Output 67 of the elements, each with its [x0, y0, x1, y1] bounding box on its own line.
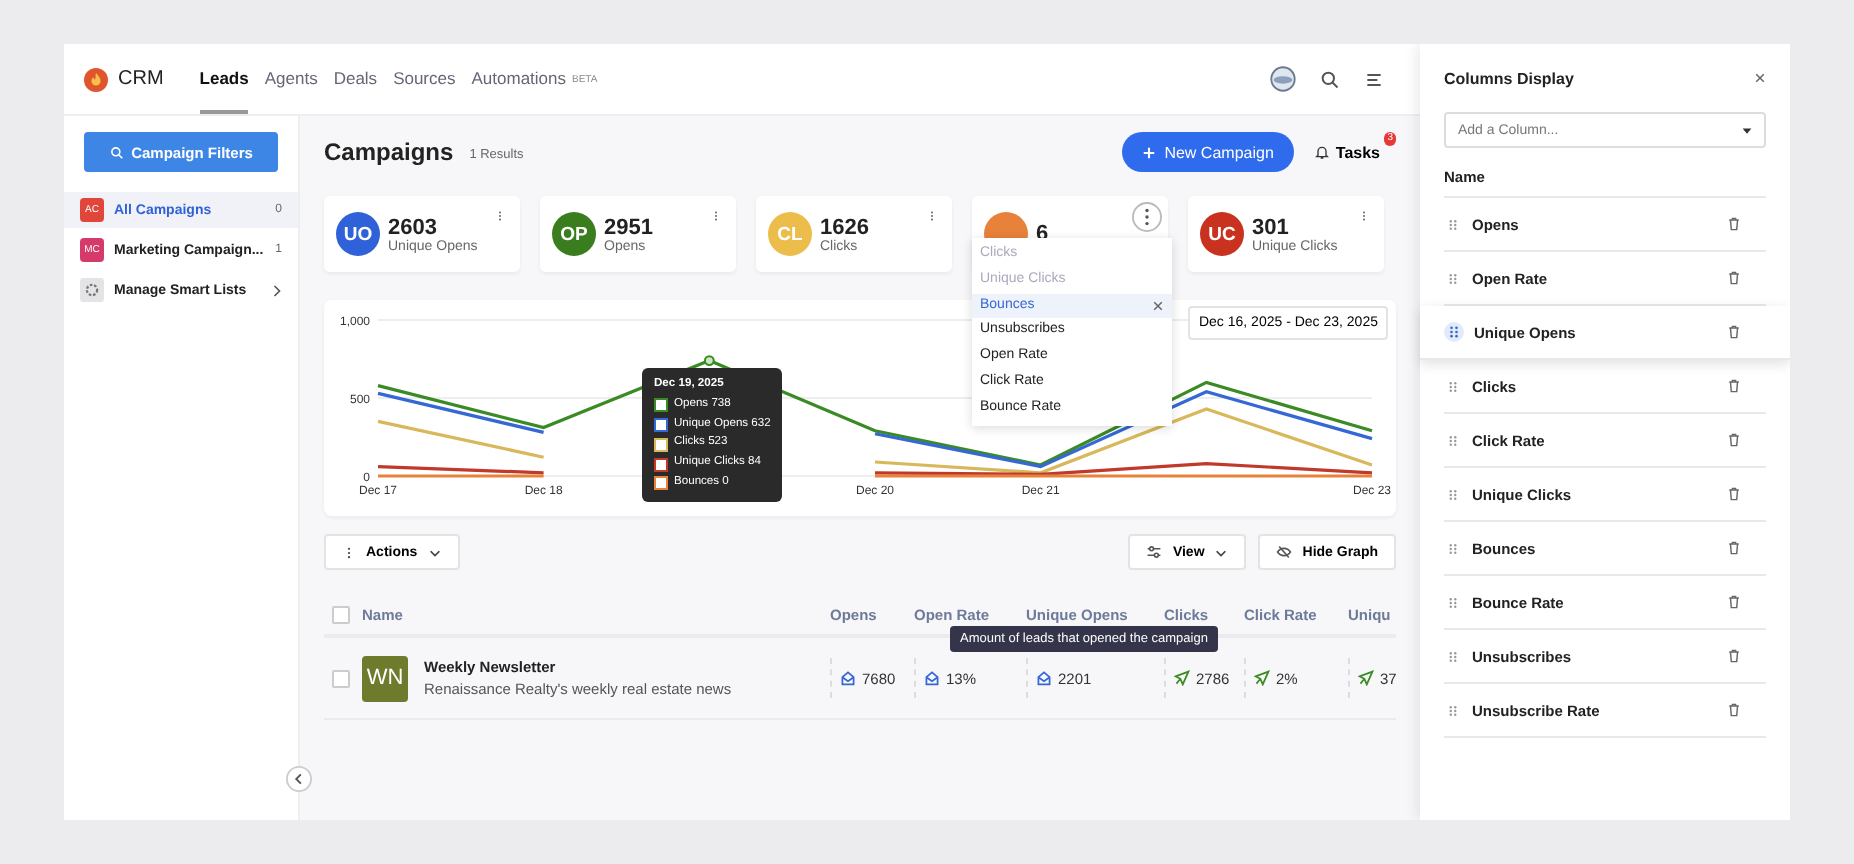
- nav-tab[interactable]: Sources: [393, 44, 456, 114]
- close-icon[interactable]: [1152, 299, 1164, 312]
- panel-title: Columns Display: [1444, 69, 1574, 87]
- metric-value: 2603: [388, 215, 439, 239]
- drag-handle-icon[interactable]: [1444, 322, 1464, 342]
- flame-logo-icon: [84, 67, 108, 91]
- nav-tab[interactable]: Agents: [264, 44, 318, 114]
- select-all-checkbox[interactable]: [332, 605, 350, 623]
- drag-handle-icon[interactable]: [1444, 539, 1462, 557]
- trash-icon[interactable]: [1726, 432, 1742, 448]
- nav-tab[interactable]: Automations: [471, 44, 566, 114]
- trash-icon[interactable]: [1726, 702, 1742, 718]
- trash-icon[interactable]: [1726, 270, 1742, 286]
- trash-icon[interactable]: [1726, 648, 1742, 664]
- cursor-arrow-icon: [1358, 670, 1374, 686]
- drag-handle-icon[interactable]: [1444, 647, 1462, 665]
- trash-icon[interactable]: [1726, 378, 1742, 394]
- nav-tab[interactable]: Leads: [199, 44, 249, 114]
- trash-icon[interactable]: [1726, 594, 1742, 610]
- metric-avatar: OP: [552, 212, 596, 256]
- brand-name: CRM: [118, 68, 164, 90]
- caret-down-icon[interactable]: [1740, 124, 1754, 138]
- drag-handle-icon[interactable]: [1444, 377, 1462, 395]
- collapse-icon[interactable]: [286, 766, 312, 792]
- bell-icon: [1313, 144, 1330, 160]
- page-title: Campaigns: [324, 138, 454, 166]
- nav-tab[interactable]: Deals: [333, 44, 378, 114]
- search-icon: [109, 145, 124, 159]
- metric-avatar: UC: [1200, 212, 1244, 256]
- envelope-icon: [840, 670, 856, 686]
- close-icon[interactable]: [1754, 72, 1766, 84]
- metric-value: 2951: [604, 215, 655, 239]
- hover-point: [703, 355, 715, 366]
- chevron-right-icon: [272, 283, 282, 297]
- drag-handle-icon[interactable]: [1444, 215, 1462, 233]
- drag-handle-icon[interactable]: [1444, 269, 1462, 287]
- campaign-avatar: WN: [362, 655, 408, 701]
- row-checkbox[interactable]: [332, 669, 350, 687]
- trash-icon[interactable]: [1726, 324, 1742, 340]
- sliders-icon: [1146, 544, 1163, 560]
- drag-handle-icon[interactable]: [1444, 701, 1462, 719]
- globe-avatar-icon[interactable]: [1270, 66, 1296, 92]
- trash-icon[interactable]: [1726, 486, 1742, 502]
- tasks-button[interactable]: Tasks: [1309, 143, 1384, 161]
- new-campaign-button[interactable]: New Campaign: [1122, 132, 1294, 172]
- gear-icon: [80, 278, 104, 302]
- metric-avatar: UO: [336, 212, 380, 256]
- kebab-icon: [342, 545, 356, 559]
- kebab-menu-icon[interactable]: [1132, 202, 1162, 232]
- drag-handle-icon[interactable]: [1444, 431, 1462, 449]
- search-icon[interactable]: [1320, 69, 1340, 89]
- chevron-down-icon: [1214, 545, 1229, 559]
- metric-value: 301: [1252, 215, 1291, 239]
- envelope-icon: [1036, 670, 1052, 686]
- eye-off-icon: [1276, 544, 1293, 560]
- trash-icon[interactable]: [1726, 540, 1742, 556]
- drag-handle-icon[interactable]: [1444, 485, 1462, 503]
- metric-avatar: CL: [768, 212, 812, 256]
- cursor-arrow-icon: [1174, 670, 1190, 686]
- trash-icon[interactable]: [1726, 216, 1742, 232]
- metric-value: 1626: [820, 215, 871, 239]
- chevron-down-icon: [427, 545, 442, 559]
- menu-icon[interactable]: [1364, 69, 1384, 89]
- drag-handle-icon[interactable]: [1444, 593, 1462, 611]
- envelope-icon: [924, 670, 940, 686]
- plus-icon: [1142, 145, 1157, 159]
- cursor-arrow-icon: [1254, 670, 1270, 686]
